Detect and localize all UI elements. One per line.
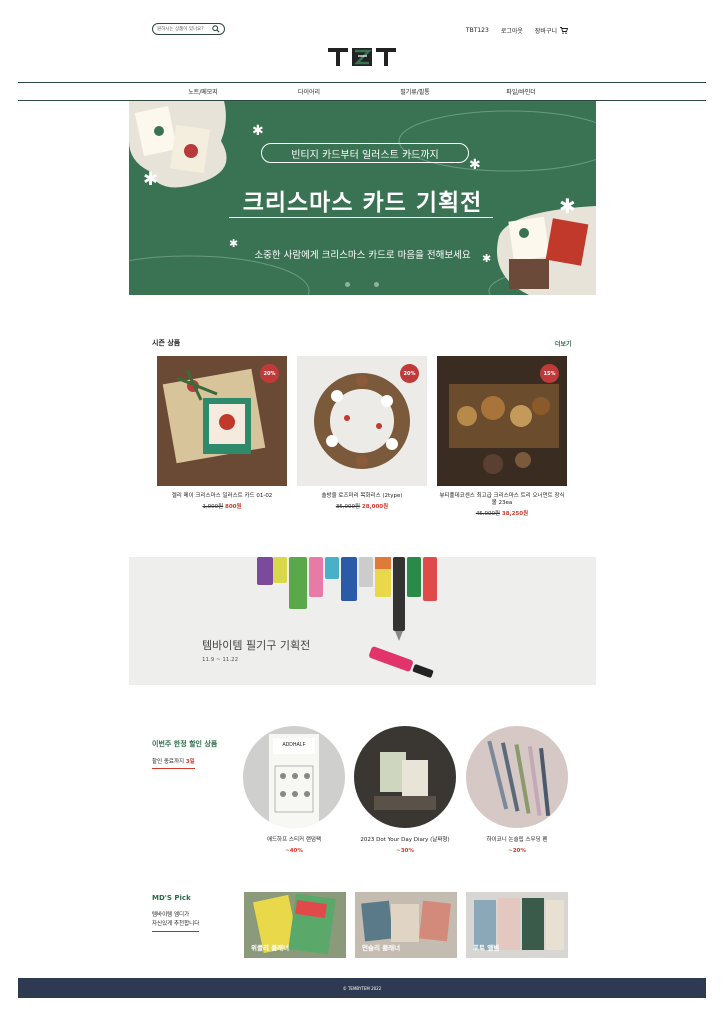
product-name[interactable]: 솔방울 로즈마리 목화리스 (2type) — [297, 493, 427, 500]
main-nav: 노트/메모지 다이어리 필기류/필통 파일/바인더 — [150, 87, 574, 96]
nav-item-file[interactable]: 파일/바인더 — [468, 87, 574, 96]
weekly-sale-title: 이번주 한정 할인 상품 — [152, 740, 218, 748]
footer: © TEMBYTEM 2022 — [18, 978, 706, 998]
carousel-dot[interactable] — [345, 282, 350, 287]
pen-banner-date: 11.9 ~ 11.22 — [202, 657, 239, 663]
product-card[interactable]: 15% 뷰티풀데코센스 최고급 크리스마스 트리 오너먼트 장식볼 23ea 4… — [437, 356, 567, 517]
weekly-item[interactable]: 2023 Dot Your Day Diary (날짜형) ~30% — [354, 726, 456, 854]
discount-badge: 20% — [400, 364, 419, 383]
discount-badge: 15% — [540, 364, 559, 383]
product-image[interactable]: 15% — [437, 356, 567, 486]
weekly-item-name[interactable]: 애드하프 스티커 랜덤팩 — [243, 835, 345, 843]
product-image[interactable]: 20% — [157, 356, 287, 486]
md-pick-label: 위클리 플래너 — [251, 944, 290, 952]
snowflake-icon: ✱ — [252, 123, 264, 139]
search-placeholder: 원하시는 상품이 있나요? — [157, 27, 204, 32]
product-price: 1,000원 800원 — [157, 502, 287, 510]
product-card[interactable]: 20% 솔방울 로즈마리 목화리스 (2type) 35,000원 28,000… — [297, 356, 427, 510]
weekly-item-image[interactable] — [354, 726, 456, 828]
md-pick-sub-line1: 템바이템 엠디가 — [152, 912, 190, 918]
weekly-item-discount: ~40% — [285, 848, 303, 854]
md-pick-label: 포토 앨범 — [473, 944, 500, 952]
md-pick-subtitle: 템바이템 엠디가자신있게 추천합니다 — [152, 911, 200, 932]
weekly-item-image[interactable] — [466, 726, 568, 828]
countdown-prefix: 할인 종료까지 — [152, 759, 186, 765]
weekly-item-image[interactable]: ADDHALF — [243, 726, 345, 828]
hero-title-underline — [229, 217, 493, 218]
carousel-dot[interactable] — [374, 282, 379, 287]
weekly-item-discount: ~30% — [396, 848, 414, 854]
product-card[interactable]: 20% 젤리 메이 크리스마스 일러스트 카드 01-02 1,000원 800… — [157, 356, 287, 510]
discount-badge: 20% — [260, 364, 279, 383]
product-name[interactable]: 뷰티풀데코센스 최고급 크리스마스 트리 오너먼트 장식볼 23ea — [437, 493, 567, 507]
nav-item-diary[interactable]: 다이어리 — [256, 87, 362, 96]
nav-divider-top — [18, 82, 706, 83]
product-price: 45,000원 38,250원 — [437, 509, 567, 517]
cart-link[interactable]: 장바구니 — [535, 26, 568, 35]
season-more-link[interactable]: 더보기 — [555, 339, 572, 348]
product-name[interactable]: 젤리 메이 크리스마스 일러스트 카드 01-02 — [157, 493, 287, 500]
top-links: TBT123 로그아웃 장바구니 — [466, 26, 568, 35]
weekly-item[interactable]: 하이코니 논슬립 스무딩 펜 ~20% — [466, 726, 568, 854]
md-pick-card[interactable]: 먼슬리 플래너 — [355, 892, 457, 958]
weekly-item-discount: ~20% — [508, 848, 526, 854]
logout-link[interactable]: 로그아웃 — [501, 26, 523, 35]
weekly-sale-countdown: 할인 종료까지 3일 — [152, 757, 195, 769]
sale-price: 800원 — [225, 504, 242, 510]
search-icon[interactable] — [212, 25, 220, 33]
svg-text:ADDHALF: ADDHALF — [282, 742, 305, 748]
weekly-item-name[interactable]: 2023 Dot Your Day Diary (날짜형) — [354, 835, 456, 843]
original-price: 45,000원 — [475, 511, 501, 517]
site-logo[interactable] — [328, 46, 396, 68]
pen-illustration — [257, 557, 437, 678]
footer-copyright: © TEMBYTEM 2022 — [342, 985, 382, 991]
search-input[interactable]: 원하시는 상품이 있나요? — [152, 23, 225, 35]
snowflake-icon: ✱ — [469, 157, 481, 173]
sale-price: 28,000원 — [361, 504, 389, 510]
nav-item-pen[interactable]: 필기류/필통 — [362, 87, 468, 96]
original-price: 1,000원 — [202, 504, 224, 510]
cart-label: 장바구니 — [534, 28, 557, 35]
weekly-item-name[interactable]: 하이코니 논슬립 스무딩 펜 — [466, 835, 568, 843]
weekly-item[interactable]: ADDHALF 애드하프 스티커 랜덤팩 ~40% — [243, 726, 345, 854]
cart-icon — [560, 27, 568, 34]
sale-price: 38,250원 — [501, 511, 529, 517]
user-id-link[interactable]: TBT123 — [466, 27, 489, 34]
hero-pill: 빈티지 카드부터 일러스트 카드까지 — [261, 143, 469, 163]
nav-item-note[interactable]: 노트/메모지 — [150, 87, 256, 96]
hero-title: 크리스마스 카드 기획전 — [242, 190, 483, 216]
md-pick-sub-line2: 자신있게 추천합니다 — [152, 921, 200, 927]
pen-banner-title: 템바이템 필기구 기획전 — [202, 639, 311, 652]
hero-banner[interactable]: ✱ ✱ ✱ ✱ ✱ ✱ 빈티지 카드부터 일러스트 카드까지 크리스마스 카드 … — [129, 101, 596, 295]
product-price: 35,000원 28,000원 — [297, 502, 427, 510]
countdown-days: 3일 — [185, 759, 195, 765]
md-pick-label: 먼슬리 플래너 — [362, 944, 401, 952]
md-pick-title: MD'S Pick — [152, 894, 191, 902]
original-price: 35,000원 — [335, 504, 361, 510]
pen-promo-banner[interactable]: 템바이템 필기구 기획전 11.9 ~ 11.22 — [129, 557, 596, 685]
product-image[interactable]: 20% — [297, 356, 427, 486]
hero-subtitle: 소중한 사람에게 크리스마스 카드로 마음을 전해보세요 — [254, 250, 471, 261]
md-pick-card[interactable]: 위클리 플래너 — [244, 892, 346, 958]
season-section-title: 시즌 상품 — [152, 339, 181, 347]
md-pick-card[interactable]: 포토 앨범 — [466, 892, 568, 958]
